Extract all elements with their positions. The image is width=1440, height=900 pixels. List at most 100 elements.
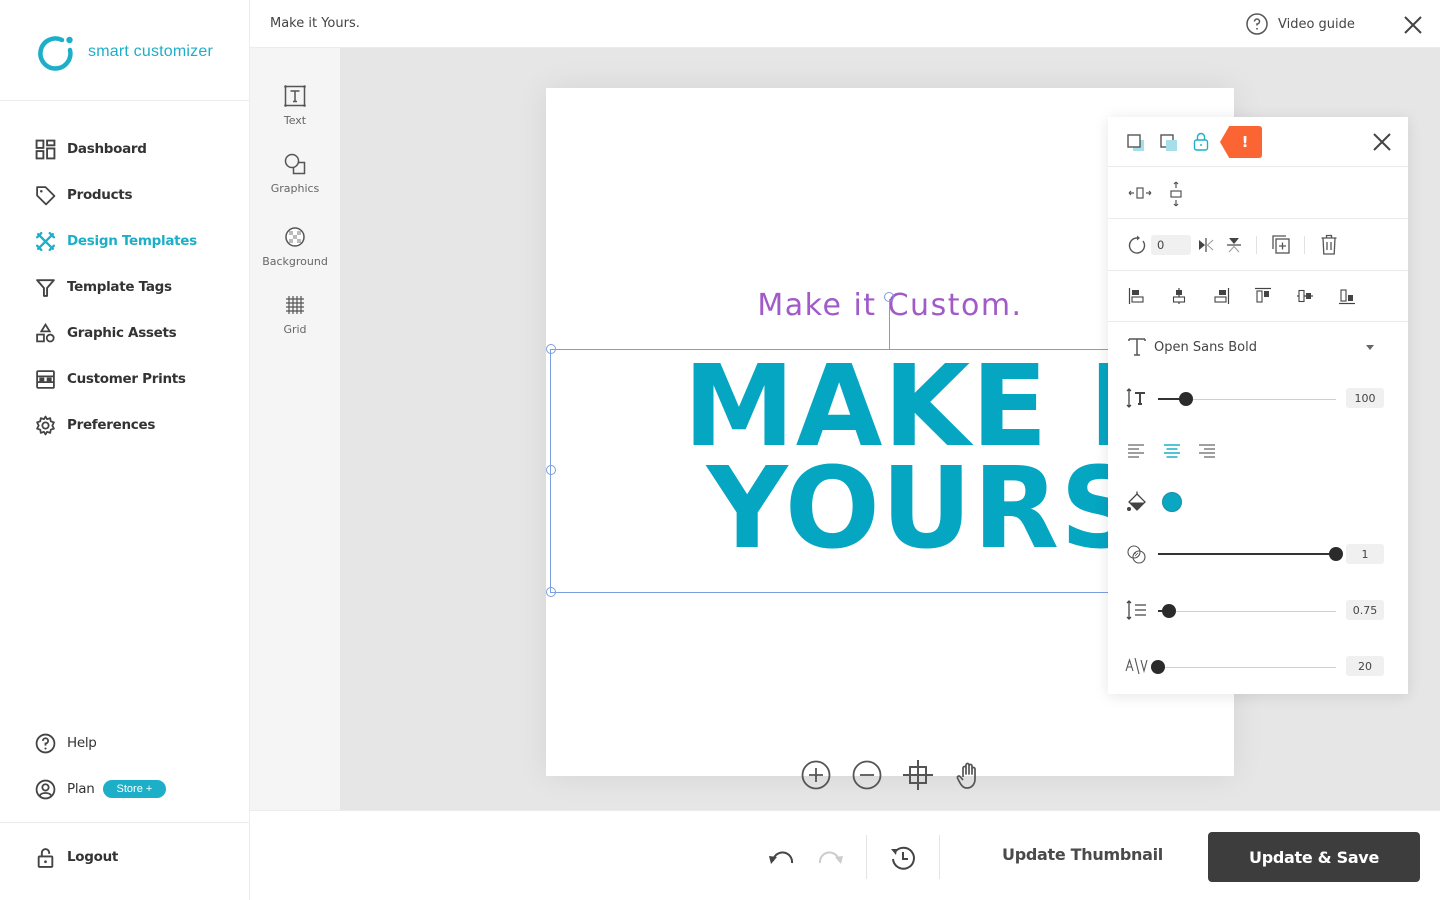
sidebar-item-products[interactable]: Products [34,172,244,218]
text-align-center-button[interactable] [1163,443,1181,459]
font-size-slider[interactable] [1158,392,1336,406]
slider-knob[interactable] [1161,604,1176,618]
opacity-slider[interactable] [1158,547,1343,561]
duplicate-button[interactable] [1271,234,1291,256]
sidebar-item-label: Customer Prints [67,371,186,387]
update-thumbnail-button[interactable]: Update Thumbnail [1002,845,1163,864]
help-icon [34,732,56,754]
text-align-center-icon [1164,444,1180,458]
sidebar-item-design-templates[interactable]: Design Templates [34,218,244,264]
plan-badge[interactable]: Store + [102,780,167,798]
sidebar-item-label: Plan [67,781,95,797]
line-height-value[interactable]: 0.75 [1346,600,1384,620]
logout-section: Logout [34,834,244,880]
text-align-right-button[interactable] [1198,443,1216,459]
lock-icon [1193,132,1209,151]
tool-rail: Text Graphics Background Grid [250,48,340,810]
align-center-button[interactable] [1170,287,1188,305]
lock-button[interactable] [1192,132,1210,152]
fit-canvas-button[interactable] [902,759,934,791]
redo-button[interactable] [816,847,844,869]
close-panel-button[interactable] [1372,132,1392,152]
undo-icon [769,851,794,864]
opacity-icon [1126,544,1148,566]
line-height-slider[interactable] [1158,604,1336,618]
undo-button[interactable] [768,847,796,869]
fill-color-icon [1126,491,1148,513]
delete-button[interactable] [1320,234,1338,256]
flip-vertical-button[interactable] [1225,236,1243,254]
pan-button[interactable] [953,759,985,791]
letter-spacing-value[interactable]: 20 [1346,656,1384,676]
resize-handle-left[interactable] [546,465,556,475]
align-right-button[interactable] [1212,287,1230,305]
tool-graphics[interactable]: Graphics [250,152,340,195]
resize-handle-top-left[interactable] [546,344,556,354]
sidebar-item-logout[interactable]: Logout [34,834,244,880]
close-icon [1373,133,1391,151]
brand-name: smart customizer [88,43,213,60]
opacity-value[interactable]: 1 [1346,544,1384,564]
tool-text[interactable]: Text [250,84,340,127]
slider-knob[interactable] [1329,547,1343,561]
brand-logo[interactable]: smart customizer [36,32,213,72]
stretch-horizontal-button[interactable] [1128,184,1152,202]
tool-background[interactable]: Background [250,225,340,268]
video-guide-button[interactable]: Video guide [1245,12,1355,36]
text-tool-icon [284,85,306,107]
slider-track [1158,611,1336,612]
sidebar-item-label: Design Templates [67,233,197,249]
bring-forward-button[interactable] [1159,133,1179,153]
font-icon [1128,338,1146,356]
resize-handle-bottom-left[interactable] [546,587,556,597]
align-top-button[interactable] [1254,287,1272,305]
fill-color-swatch[interactable] [1162,492,1182,512]
send-backward-icon [1127,134,1144,151]
align-right-icon [1214,288,1230,304]
align-top-icon [1255,287,1271,303]
send-backward-button[interactable] [1126,133,1146,153]
sidebar-item-help[interactable]: Help [34,720,244,766]
sidebar-nav: Dashboard Products Design Templates Temp… [34,126,244,448]
transform-row: 0 [1108,220,1408,271]
stretch-vertical-button[interactable] [1166,181,1186,207]
text-align-left-button[interactable] [1127,443,1145,459]
slider-knob[interactable] [1151,660,1165,674]
sidebar-item-preferences[interactable]: Preferences [34,402,244,448]
divider [0,100,250,101]
close-icon [1404,16,1422,34]
zoom-in-button[interactable] [800,759,832,791]
sidebar-item-label: Dashboard [67,141,147,157]
close-editor-button[interactable] [1402,14,1424,36]
font-family-select[interactable]: Open Sans Bold [1128,335,1388,359]
align-bottom-button[interactable] [1338,287,1356,305]
font-size-value[interactable]: 100 [1346,388,1384,408]
zoom-in-icon [801,760,831,790]
rotate-handle[interactable] [884,292,894,302]
sidebar-item-dashboard[interactable]: Dashboard [34,126,244,172]
sidebar-item-customer-prints[interactable]: Customer Prints [34,356,244,402]
separator [866,835,867,879]
trash-icon [1321,234,1337,255]
hand-icon [956,762,976,789]
sidebar-item-template-tags[interactable]: Template Tags [34,264,244,310]
sidebar-item-label: Preferences [67,417,156,433]
rotation-input[interactable]: 0 [1151,235,1191,255]
gear-icon [34,414,56,436]
letter-spacing-slider[interactable] [1151,660,1336,674]
align-middle-button[interactable] [1296,287,1314,305]
align-left-button[interactable] [1128,287,1146,305]
graphics-tool-icon [284,153,306,175]
history-button[interactable] [889,844,917,872]
sidebar-item-plan[interactable]: Plan Store + [34,766,244,812]
tool-grid[interactable]: Grid [250,293,340,336]
update-save-button[interactable]: Update & Save [1208,832,1420,882]
slider-knob[interactable] [1179,392,1194,406]
warning-badge[interactable]: ! [1220,126,1262,158]
zoom-out-button[interactable] [851,759,883,791]
sidebar-item-graphic-assets[interactable]: Graphic Assets [34,310,244,356]
rotate-button[interactable] [1127,235,1147,255]
flip-horizontal-button[interactable] [1197,236,1215,254]
logo-icon [38,36,73,71]
text-align-left-icon [1128,444,1144,458]
